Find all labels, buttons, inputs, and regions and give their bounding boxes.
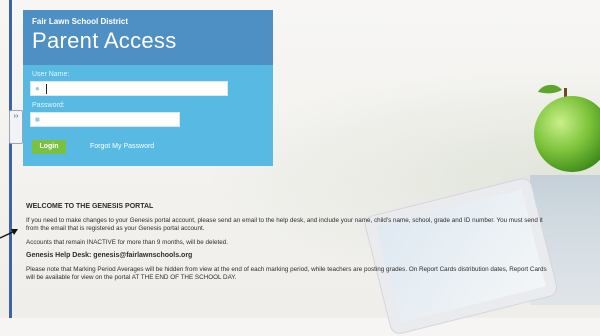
- page-title: Parent Access: [32, 28, 177, 53]
- welcome-heading: WELCOME TO THE GENESIS PORTAL: [26, 203, 154, 210]
- district-name: Fair Lawn School District: [32, 17, 129, 26]
- login-button[interactable]: Login: [32, 140, 66, 154]
- password-input[interactable]: ■: [30, 112, 180, 127]
- helpdesk-contact: Genesis Help Desk: genesis@fairlawnschoo…: [26, 251, 193, 259]
- apple-image: [534, 84, 600, 172]
- welcome-section: WELCOME TO THE GENESIS PORTAL If you nee…: [26, 203, 556, 287]
- lock-icon: ■: [35, 115, 40, 124]
- text-caret: [46, 84, 47, 94]
- expand-handle-icon: ››: [13, 113, 19, 120]
- arrow-annotation-icon: [0, 229, 18, 239]
- username-input[interactable]: ●: [30, 81, 228, 96]
- welcome-paragraph-inactive: Accounts that remain INACTIVE for more t…: [26, 238, 228, 246]
- forgot-password-link[interactable]: Forgot My Password: [90, 143, 154, 150]
- password-label: Password:: [32, 102, 65, 109]
- login-form: User Name: ● Password: ■ Login Forgot My…: [23, 65, 273, 166]
- login-panel-header: Fair Lawn School District Parent Access: [23, 10, 273, 65]
- expand-handle[interactable]: ››: [9, 110, 23, 144]
- username-label: User Name:: [32, 71, 70, 78]
- welcome-paragraph-grades: Please note that Marking Period Averages…: [26, 266, 547, 282]
- left-sidebar-rail: [9, 0, 12, 318]
- user-icon: ●: [35, 84, 40, 93]
- welcome-paragraph-account: If you need to make changes to your Gene…: [26, 217, 543, 233]
